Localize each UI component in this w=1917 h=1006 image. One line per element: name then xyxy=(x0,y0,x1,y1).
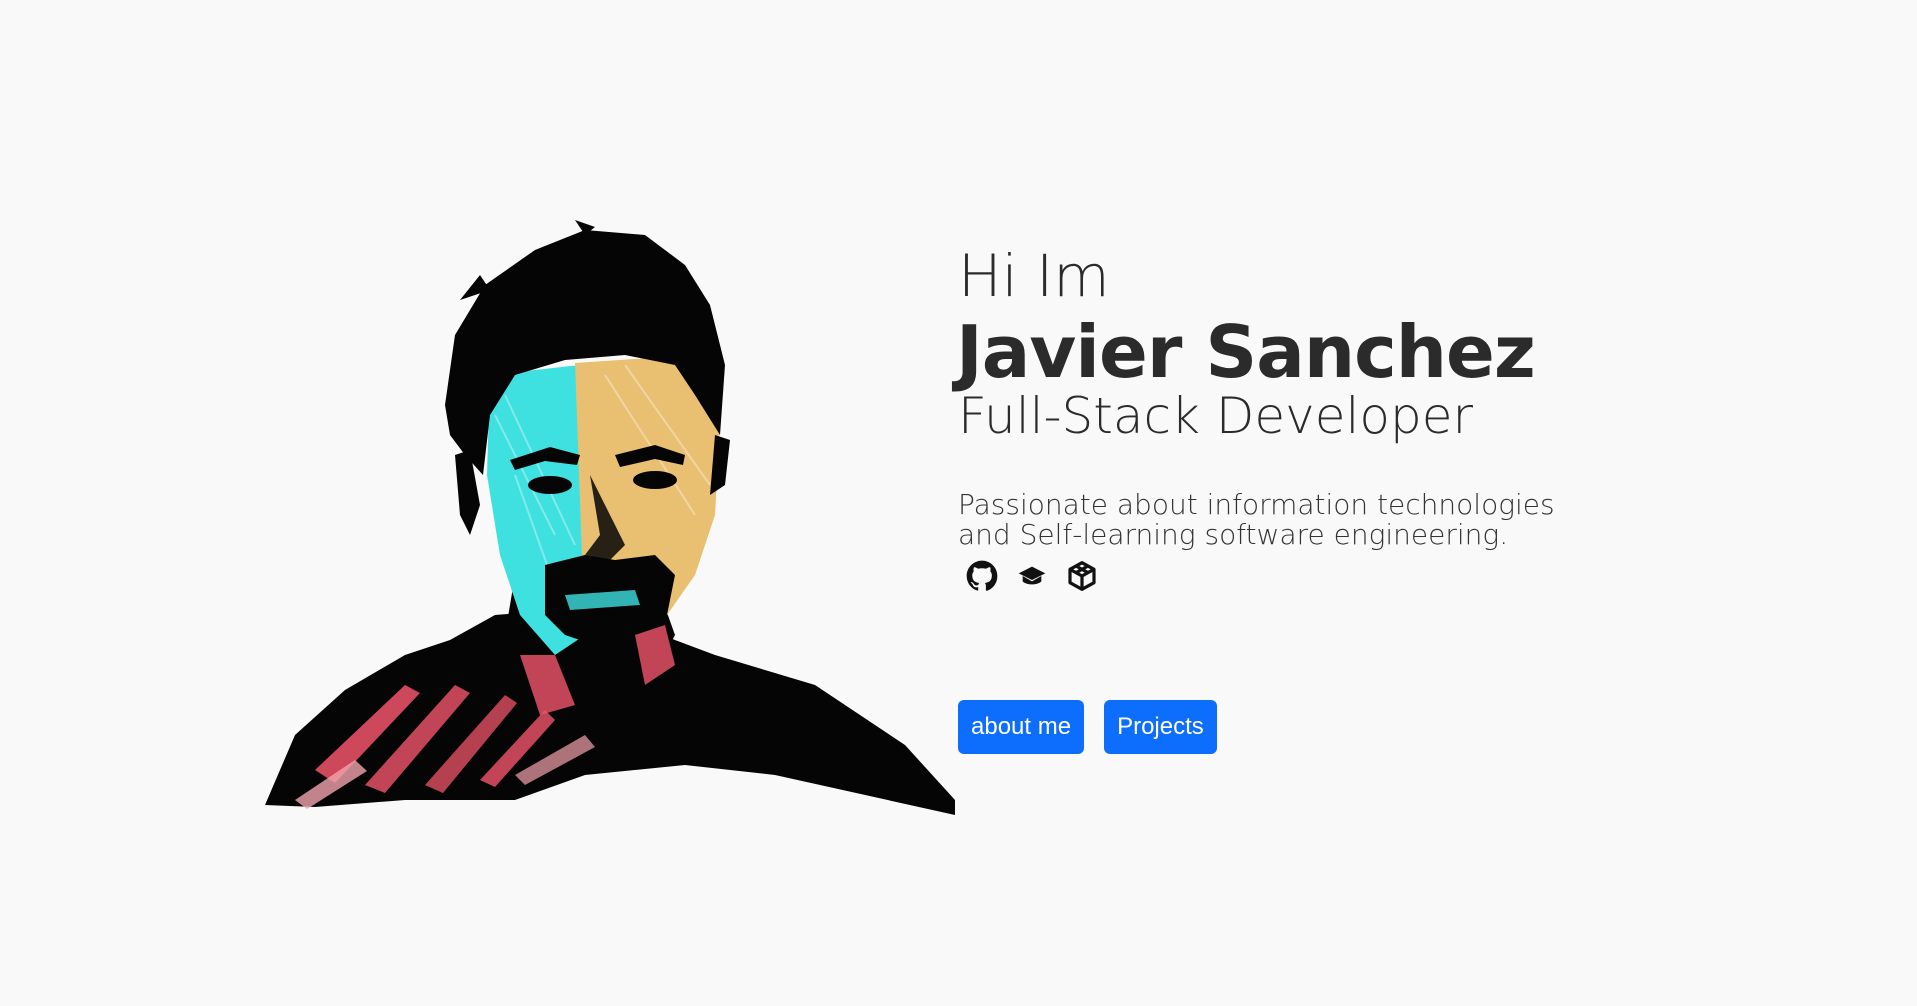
codesandbox-link[interactable] xyxy=(1066,560,1098,592)
tagline-line-2: and Self-learning software engineering. xyxy=(958,518,1509,551)
tagline-line-1: Passionate about information technologie… xyxy=(958,488,1555,521)
portrait-illustration xyxy=(255,215,955,815)
developer-name: Javier Sanchez xyxy=(956,310,1536,394)
projects-button[interactable]: Projects xyxy=(1104,700,1217,754)
tagline: Passionate about information technologie… xyxy=(958,490,1598,550)
about-me-button[interactable]: about me xyxy=(958,700,1085,754)
social-links xyxy=(966,560,1658,592)
github-link[interactable] xyxy=(966,560,998,592)
cta-buttons: about me Projects xyxy=(958,700,1217,754)
education-link[interactable] xyxy=(1016,560,1048,592)
education-icon xyxy=(1018,566,1046,585)
codesandbox-icon xyxy=(1068,561,1096,591)
greeting-text: Hi Im xyxy=(958,242,1110,310)
intro: Hi Im Javier Sanchez Full-Stack Develope… xyxy=(956,240,1658,592)
hero-section: Hi Im Javier Sanchez Full-Stack Develope… xyxy=(0,0,1917,1006)
role-title: Full-Stack Developer xyxy=(958,387,1474,445)
github-icon xyxy=(966,560,998,591)
